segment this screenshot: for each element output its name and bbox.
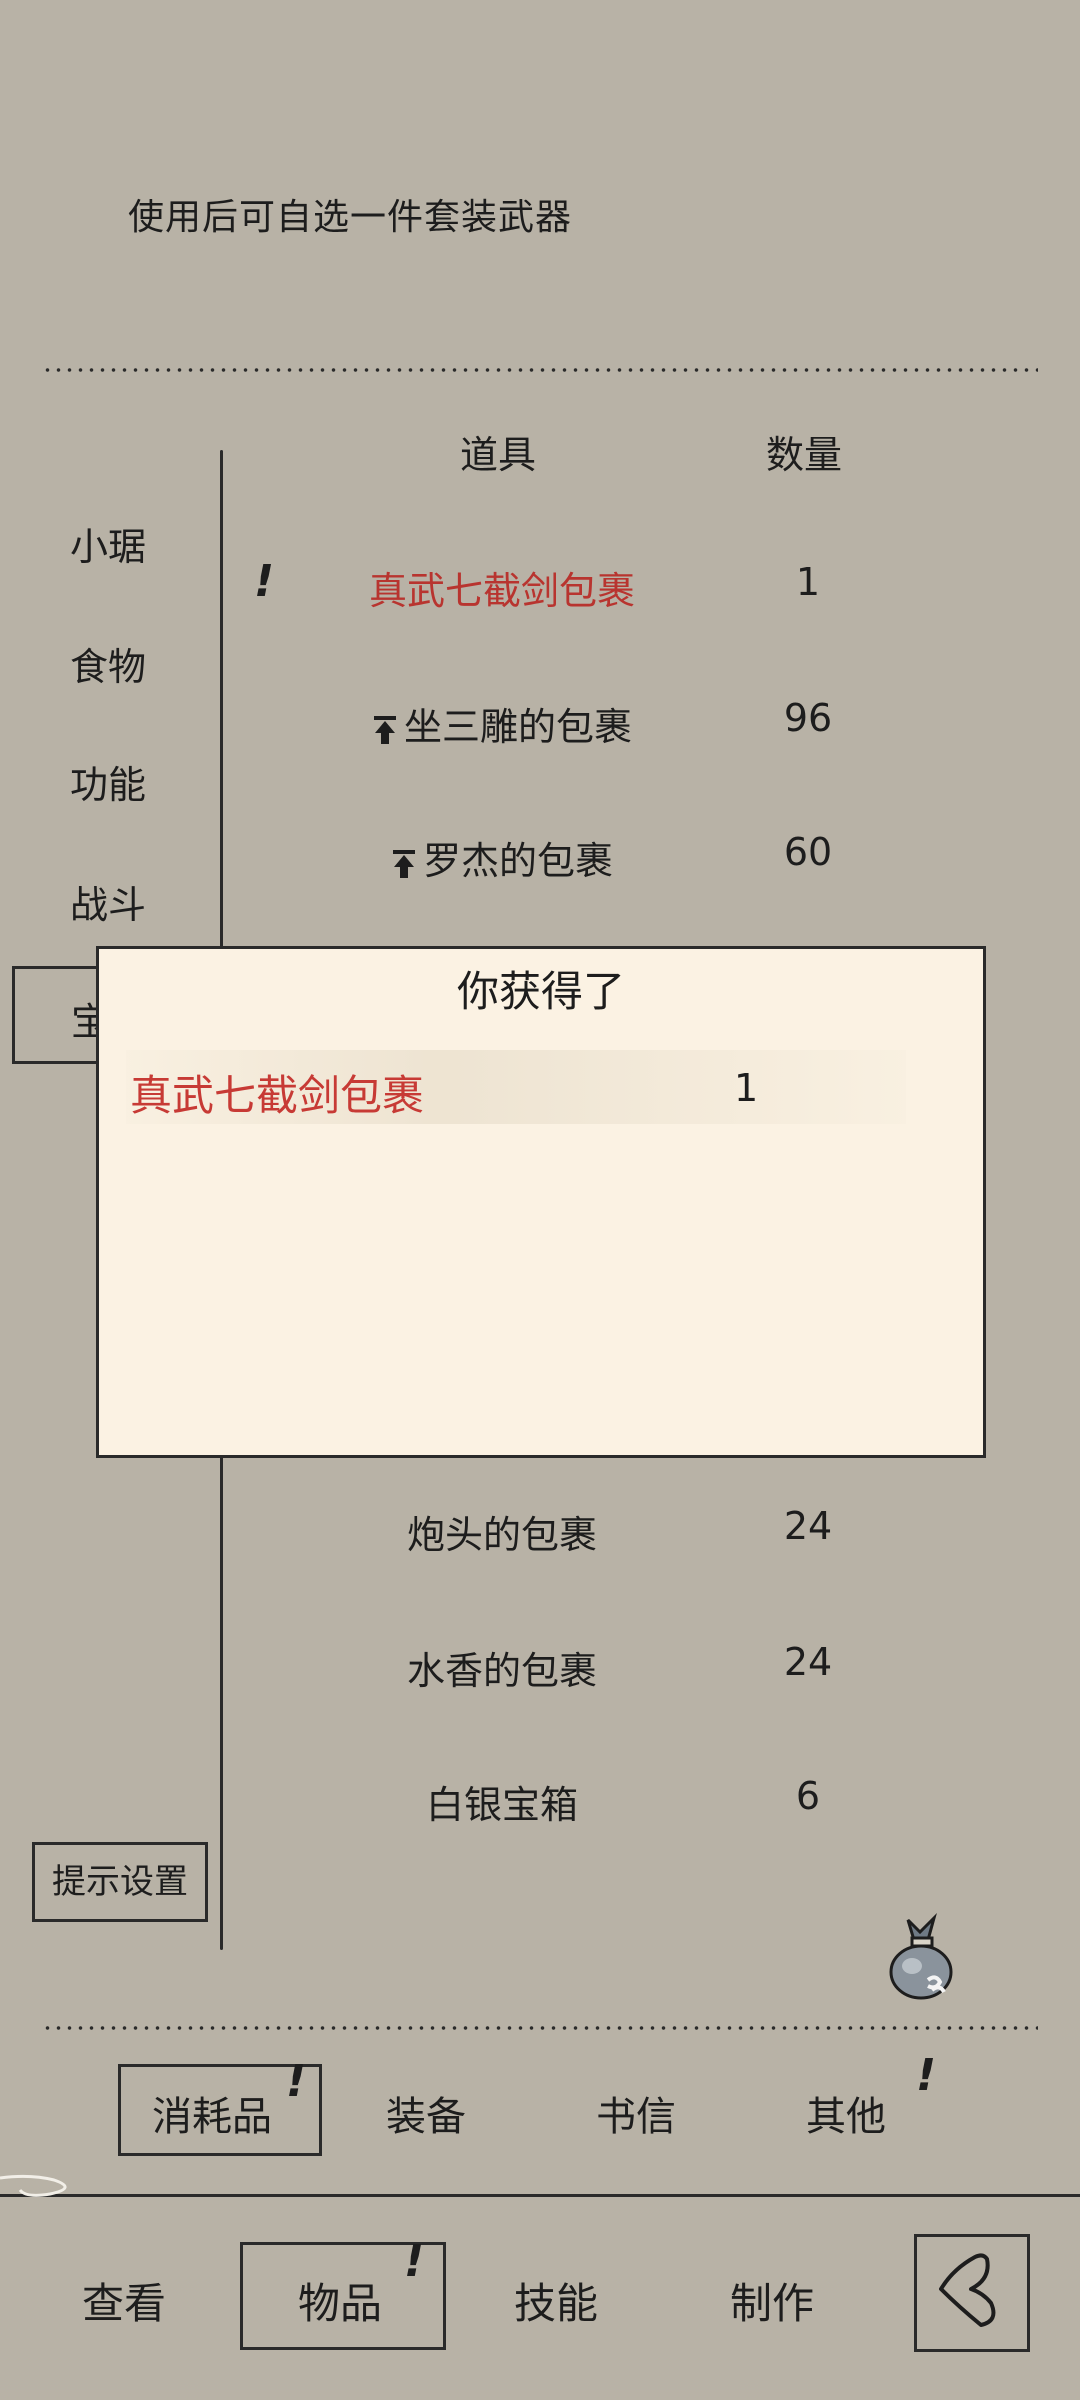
column-header-qty: 数量 xyxy=(766,433,843,477)
side-tab-food[interactable]: 食物 xyxy=(70,636,146,691)
hint-settings-label: 提示设置 xyxy=(52,1862,188,1902)
back-arrow-icon xyxy=(939,2253,996,2327)
hint-settings-button[interactable]: 提示设置 xyxy=(32,1842,208,1922)
tab-letters[interactable]: 书信 xyxy=(596,2084,676,2142)
item-name: 坐三雕的包裹 xyxy=(403,705,632,749)
item-name: 罗杰的包裹 xyxy=(422,839,613,883)
alert-mark: ! xyxy=(916,2050,937,2101)
swirl-decoration xyxy=(0,2174,67,2197)
item-qty: 24 xyxy=(783,1640,833,1684)
column-header-item: 道具 xyxy=(460,433,537,477)
tab-items[interactable]: 物品 xyxy=(298,2270,382,2331)
item-qty: 60 xyxy=(783,830,833,874)
side-tab-function[interactable]: 功能 xyxy=(70,754,146,809)
alert-mark: ! xyxy=(404,2236,425,2287)
item-name[interactable]: 白银宝箱 xyxy=(312,1774,692,1829)
alert-mark: ! xyxy=(254,556,275,607)
dotted-divider xyxy=(42,2026,1038,2030)
reward-modal[interactable] xyxy=(96,946,986,1458)
tab-skills[interactable]: 技能 xyxy=(514,2270,598,2331)
side-tab-xiaoju[interactable]: 小琚 xyxy=(70,516,146,571)
item-qty: 24 xyxy=(783,1504,833,1548)
side-tab-battle[interactable]: 战斗 xyxy=(70,874,146,929)
back-button[interactable] xyxy=(914,2234,1030,2352)
modal-title: 你获得了 xyxy=(456,967,625,1016)
pin-up-icon xyxy=(373,715,396,744)
tab-equipment[interactable]: 装备 xyxy=(386,2084,466,2142)
pin-up-icon xyxy=(392,849,415,878)
tab-consumables[interactable]: 消耗品 xyxy=(152,2084,272,2142)
nav-divider xyxy=(0,2194,1080,2197)
tab-craft[interactable]: 制作 xyxy=(730,2270,814,2331)
modal-item-qty: 1 xyxy=(734,1066,759,1110)
dotted-divider xyxy=(42,368,1038,372)
item-row[interactable]: 坐三雕的包裹 xyxy=(312,696,692,751)
item-name[interactable]: 真武七截剑包裹 xyxy=(312,560,692,615)
item-qty: 1 xyxy=(795,560,821,604)
item-description: 使用后可自选一件套装武器 xyxy=(128,197,573,238)
item-name[interactable]: 水香的包裹 xyxy=(312,1640,692,1695)
alert-mark: ! xyxy=(286,2056,307,2107)
money-bag-icon[interactable] xyxy=(884,1910,958,2006)
item-row[interactable]: 罗杰的包裹 xyxy=(312,830,692,885)
modal-item-name: 真武七截剑包裹 xyxy=(130,1071,425,1120)
item-qty: 96 xyxy=(783,696,833,740)
item-name[interactable]: 炮头的包裹 xyxy=(312,1504,692,1559)
tab-view[interactable]: 查看 xyxy=(82,2270,166,2331)
item-qty: 6 xyxy=(795,1774,821,1818)
tab-other[interactable]: 其他 xyxy=(806,2084,886,2142)
